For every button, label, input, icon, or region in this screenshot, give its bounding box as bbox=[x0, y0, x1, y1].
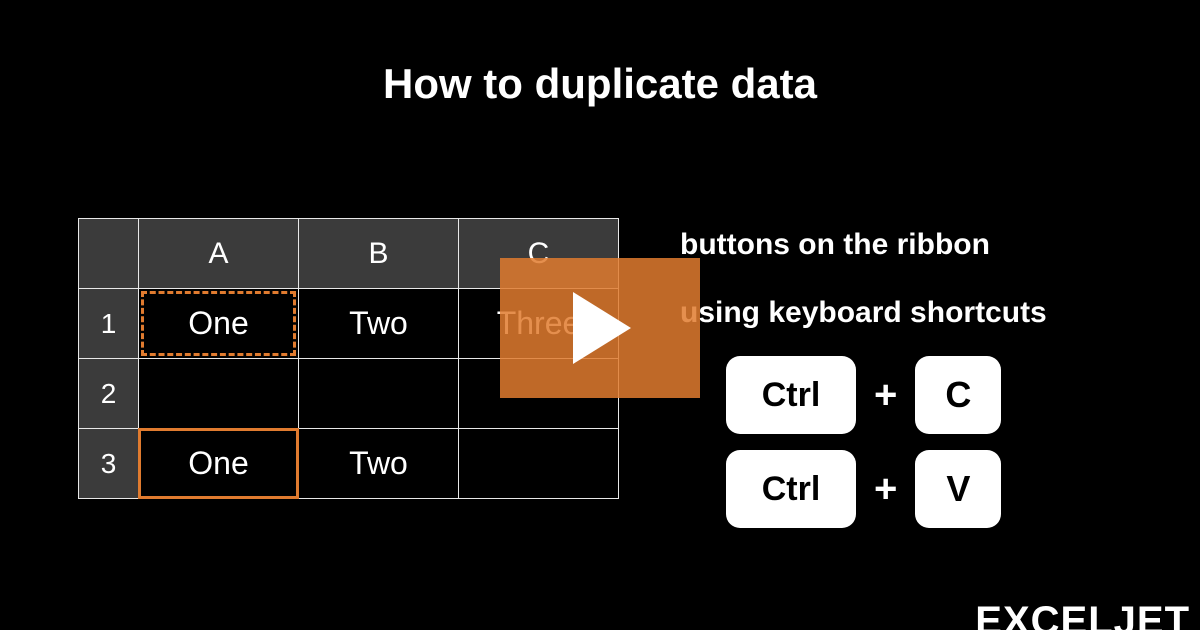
row-header-2: 2 bbox=[79, 359, 139, 429]
page-title: How to duplicate data bbox=[0, 60, 1200, 108]
key-ctrl: Ctrl bbox=[726, 356, 856, 434]
row-header-1: 1 bbox=[79, 289, 139, 359]
col-header-b: B bbox=[299, 219, 459, 289]
key-ctrl: Ctrl bbox=[726, 450, 856, 528]
cell-a2[interactable] bbox=[139, 359, 299, 429]
caption-shortcuts: using keyboard shortcuts bbox=[680, 296, 1047, 330]
play-icon bbox=[565, 288, 635, 368]
cell-value: One bbox=[188, 445, 248, 481]
col-header-a: A bbox=[139, 219, 299, 289]
shortcut-paste: Ctrl + V bbox=[726, 450, 1001, 528]
plus-icon: + bbox=[874, 373, 897, 418]
cell-value: Two bbox=[349, 445, 408, 481]
play-button[interactable] bbox=[500, 258, 700, 398]
key-v: V bbox=[915, 450, 1001, 528]
plus-icon: + bbox=[874, 467, 897, 512]
cell-value: Two bbox=[349, 305, 408, 341]
cell-c3[interactable] bbox=[459, 429, 619, 499]
sheet-corner bbox=[79, 219, 139, 289]
brand-logo: EXCELJET bbox=[975, 599, 1190, 630]
cell-a3[interactable]: One bbox=[139, 429, 299, 499]
cell-value: One bbox=[188, 305, 248, 341]
cell-b2[interactable] bbox=[299, 359, 459, 429]
cell-a1[interactable]: One bbox=[139, 289, 299, 359]
caption-ribbon: buttons on the ribbon bbox=[680, 228, 990, 262]
key-c: C bbox=[915, 356, 1001, 434]
row-header-3: 3 bbox=[79, 429, 139, 499]
shortcut-copy: Ctrl + C bbox=[726, 356, 1001, 434]
cell-b1[interactable]: Two bbox=[299, 289, 459, 359]
cell-b3[interactable]: Two bbox=[299, 429, 459, 499]
